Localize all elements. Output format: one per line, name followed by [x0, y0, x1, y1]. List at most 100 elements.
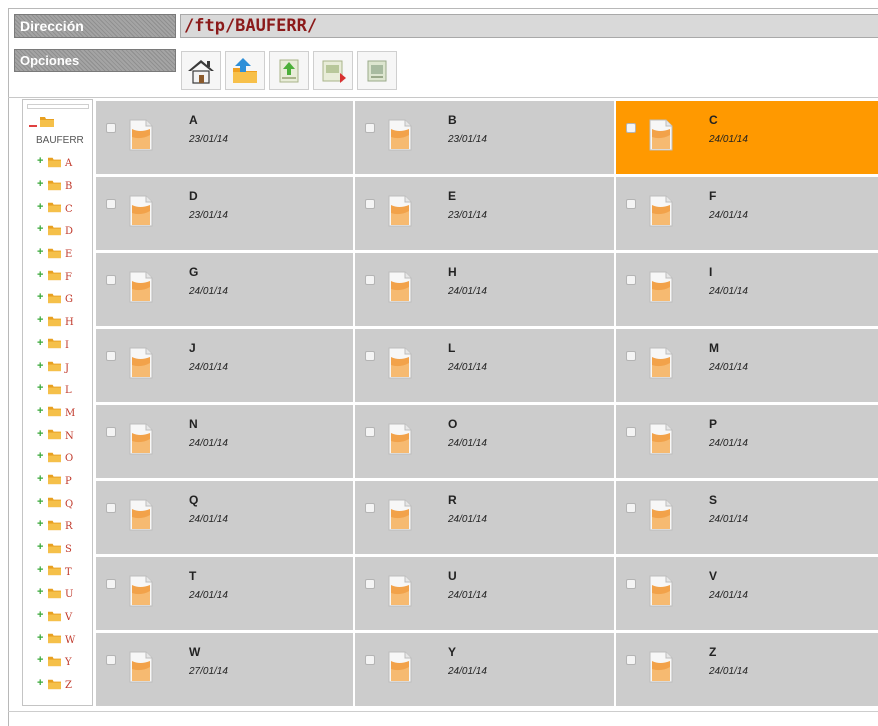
tree-item[interactable]: + S — [37, 536, 91, 559]
file-checkbox[interactable] — [626, 579, 636, 589]
file-checkbox[interactable] — [365, 199, 375, 209]
expand-icon[interactable]: + — [37, 156, 47, 167]
file-item[interactable]: G 24/01/14 — [96, 253, 353, 326]
expand-icon[interactable]: + — [37, 428, 47, 439]
expand-icon[interactable]: + — [37, 224, 47, 235]
file-checkbox[interactable] — [626, 427, 636, 437]
tree-item[interactable]: + V — [37, 604, 91, 627]
file-checkbox[interactable] — [626, 655, 636, 665]
file-checkbox[interactable] — [365, 579, 375, 589]
expand-icon[interactable]: + — [37, 269, 47, 280]
file-item[interactable]: U 24/01/14 — [355, 557, 614, 630]
file-checkbox[interactable] — [106, 351, 116, 361]
file-item[interactable]: N 24/01/14 — [96, 405, 353, 478]
tree-item[interactable]: + R — [37, 513, 91, 536]
file-item[interactable]: W 27/01/14 — [96, 633, 353, 706]
file-checkbox[interactable] — [365, 351, 375, 361]
tree-item[interactable]: + J — [37, 354, 91, 377]
tree-item[interactable]: + Z — [37, 672, 91, 695]
tree-item[interactable]: + Q — [37, 490, 91, 513]
tree-item[interactable]: + P — [37, 468, 91, 491]
expand-icon[interactable]: + — [37, 632, 47, 643]
expand-icon[interactable]: + — [37, 179, 47, 190]
tree-item[interactable]: + D — [37, 218, 91, 241]
upload-file-button[interactable] — [269, 51, 309, 90]
file-checkbox[interactable] — [106, 123, 116, 133]
tree-item[interactable]: + A — [37, 150, 91, 173]
file-item[interactable]: F 24/01/14 — [616, 177, 878, 250]
file-checkbox[interactable] — [106, 655, 116, 665]
tree-item[interactable]: + C — [37, 195, 91, 218]
file-checkbox[interactable] — [106, 199, 116, 209]
file-item[interactable]: Z 24/01/14 — [616, 633, 878, 706]
file-item[interactable]: B 23/01/14 — [355, 101, 614, 174]
home-button[interactable] — [181, 51, 221, 90]
tree-item[interactable]: + F — [37, 263, 91, 286]
file-checkbox[interactable] — [365, 427, 375, 437]
expand-icon[interactable]: + — [37, 247, 47, 258]
file-item[interactable]: S 24/01/14 — [616, 481, 878, 554]
tree-item[interactable]: + Y — [37, 649, 91, 672]
expand-icon[interactable]: + — [37, 678, 47, 689]
file-item[interactable]: Y 24/01/14 — [355, 633, 614, 706]
tree-item[interactable]: + T — [37, 558, 91, 581]
file-checkbox[interactable] — [365, 123, 375, 133]
expand-icon[interactable]: + — [37, 315, 47, 326]
tree-item[interactable]: + B — [37, 173, 91, 196]
file-item[interactable]: T 24/01/14 — [96, 557, 353, 630]
expand-icon[interactable]: + — [37, 292, 47, 303]
expand-icon[interactable]: + — [37, 587, 47, 598]
tree-item[interactable]: + U — [37, 581, 91, 604]
file-item[interactable]: A 23/01/14 — [96, 101, 353, 174]
expand-icon[interactable]: + — [37, 360, 47, 371]
file-checkbox[interactable] — [626, 123, 636, 133]
file-checkbox[interactable] — [106, 579, 116, 589]
tree-item[interactable]: + H — [37, 309, 91, 332]
expand-icon[interactable]: + — [37, 405, 47, 416]
file-checkbox[interactable] — [626, 199, 636, 209]
expand-icon[interactable]: + — [37, 542, 47, 553]
tree-item[interactable]: + I — [37, 332, 91, 355]
tree-item[interactable]: + L — [37, 377, 91, 400]
file-checkbox[interactable] — [365, 655, 375, 665]
expand-icon[interactable]: + — [37, 655, 47, 666]
expand-icon[interactable]: + — [37, 201, 47, 212]
tree-item[interactable]: + E — [37, 241, 91, 264]
expand-icon[interactable]: + — [37, 610, 47, 621]
file-item[interactable]: M 24/01/14 — [616, 329, 878, 402]
file-checkbox[interactable] — [365, 275, 375, 285]
expand-icon[interactable]: + — [37, 473, 47, 484]
tree-item[interactable]: + W — [37, 626, 91, 649]
expand-icon[interactable]: + — [37, 451, 47, 462]
file-item[interactable]: C 24/01/14 — [616, 101, 878, 174]
upload-folder-button[interactable] — [225, 51, 265, 90]
file-item[interactable]: O 24/01/14 — [355, 405, 614, 478]
file-checkbox[interactable] — [365, 503, 375, 513]
file-checkbox[interactable] — [106, 275, 116, 285]
expand-icon[interactable]: + — [37, 496, 47, 507]
expand-icon[interactable]: + — [37, 564, 47, 575]
tree-item[interactable]: + N — [37, 422, 91, 445]
tree-scroll-bar[interactable] — [27, 104, 89, 109]
file-item[interactable]: I 24/01/14 — [616, 253, 878, 326]
expand-icon[interactable]: + — [37, 383, 47, 394]
file-item[interactable]: H 24/01/14 — [355, 253, 614, 326]
file-item[interactable]: R 24/01/14 — [355, 481, 614, 554]
file-checkbox[interactable] — [106, 503, 116, 513]
expand-icon[interactable]: + — [37, 337, 47, 348]
file-checkbox[interactable] — [106, 427, 116, 437]
file-item[interactable]: L 24/01/14 — [355, 329, 614, 402]
collapse-icon[interactable] — [29, 125, 37, 127]
tree-item[interactable]: + G — [37, 286, 91, 309]
tree-item[interactable]: + M — [37, 400, 91, 423]
file-item[interactable]: E 23/01/14 — [355, 177, 614, 250]
download-file-button[interactable] — [313, 51, 353, 90]
expand-icon[interactable]: + — [37, 519, 47, 530]
file-checkbox[interactable] — [626, 503, 636, 513]
file-item[interactable]: J 24/01/14 — [96, 329, 353, 402]
file-item[interactable]: Q 24/01/14 — [96, 481, 353, 554]
file-item[interactable]: V 24/01/14 — [616, 557, 878, 630]
file-item[interactable]: P 24/01/14 — [616, 405, 878, 478]
tree-item[interactable]: + O — [37, 445, 91, 468]
delete-file-button[interactable] — [357, 51, 397, 90]
